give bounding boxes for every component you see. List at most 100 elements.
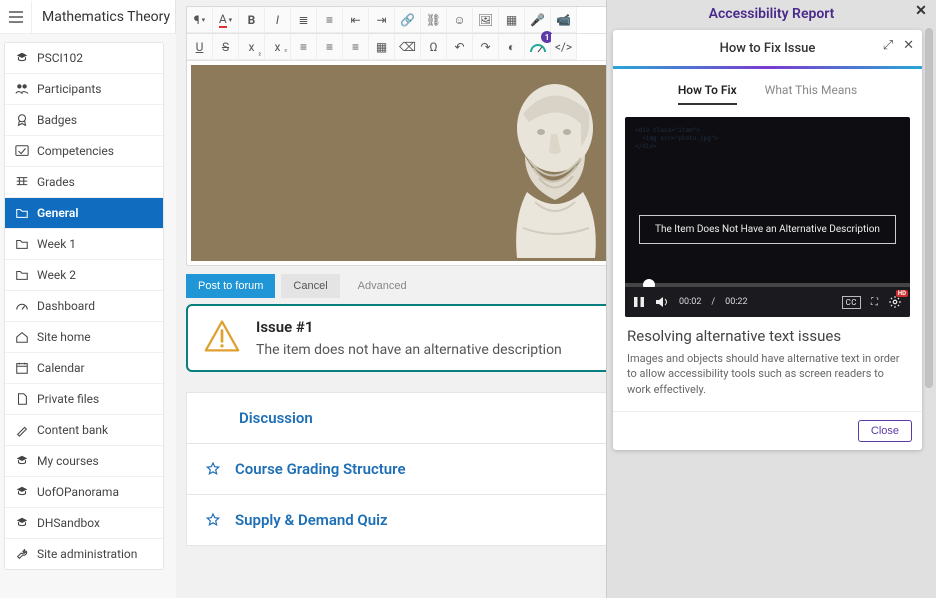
- sidebar-item-label: Site administration: [37, 547, 137, 561]
- help-body: Images and objects should have alternati…: [627, 351, 908, 397]
- star-icon: [205, 461, 221, 477]
- sidebar-item-label: Site home: [37, 330, 91, 344]
- accessibility-checker-button[interactable]: ◐: [499, 34, 525, 60]
- sidebar-item-label: Participants: [37, 82, 101, 96]
- hamburger-icon: [9, 11, 23, 23]
- insert-char-button[interactable]: Ω: [421, 34, 447, 60]
- sidebar-item-dhsandbox[interactable]: DHSandbox: [5, 508, 163, 539]
- italic-button[interactable]: I: [265, 7, 291, 33]
- sidebar-item-badges[interactable]: Badges: [5, 105, 163, 136]
- media-button[interactable]: ▦: [499, 7, 525, 33]
- strikethrough-button[interactable]: S: [213, 34, 239, 60]
- sidebar-item-general[interactable]: General: [5, 198, 163, 229]
- table-button[interactable]: ▦: [369, 34, 395, 60]
- tab-how-to-fix[interactable]: How To Fix: [678, 83, 737, 105]
- issue-title: Issue #1: [256, 318, 562, 336]
- sidebar-item-week-2[interactable]: Week 2: [5, 260, 163, 291]
- activity-label: Course Grading Structure: [235, 460, 406, 478]
- wrench-icon: [15, 547, 29, 561]
- help-tabs: How To Fix What This Means: [613, 69, 922, 113]
- panel-scrollbar[interactable]: [924, 28, 934, 592]
- sidebar-item-calendar[interactable]: Calendar: [5, 353, 163, 384]
- align-right-button[interactable]: ≡: [343, 34, 369, 60]
- report-header: Accessibility Report ✕: [607, 0, 936, 28]
- sidebar-item-participants[interactable]: Participants: [5, 74, 163, 105]
- indent-increase-button[interactable]: ⇥: [369, 7, 395, 33]
- superscript-button[interactable]: x²: [265, 34, 291, 60]
- home-icon: [15, 330, 29, 344]
- link-button[interactable]: 🔗: [395, 7, 421, 33]
- undo-button[interactable]: ↶: [447, 34, 473, 60]
- help-video-player[interactable]: <div class="item"> <img src="photo.jpg">…: [625, 117, 910, 317]
- paragraph-button[interactable]: ¶▾: [187, 7, 213, 33]
- align-center-button[interactable]: ≡: [317, 34, 343, 60]
- graduation-icon: [15, 516, 29, 530]
- sidebar-item-competencies[interactable]: Competencies: [5, 136, 163, 167]
- numbered-list-button[interactable]: ≡: [317, 7, 343, 33]
- sidebar-item-my-courses[interactable]: My courses: [5, 446, 163, 477]
- activity-label: Discussion: [239, 409, 313, 427]
- report-close-button[interactable]: ✕: [912, 2, 930, 20]
- sidebar-item-grades[interactable]: Grades: [5, 167, 163, 198]
- microphone-button[interactable]: 🎤: [525, 7, 551, 33]
- graduation-icon: [15, 454, 29, 468]
- hd-badge: HD: [896, 290, 908, 297]
- sidebar-item-label: My courses: [37, 454, 99, 468]
- bulleted-list-button[interactable]: ≣: [291, 7, 317, 33]
- sidebar-item-site-administration[interactable]: Site administration: [5, 539, 163, 569]
- fullscreen-button[interactable]: ⛶: [871, 297, 878, 308]
- sidebar-item-label: Grades: [37, 175, 75, 189]
- check-icon: [15, 144, 29, 158]
- accessibility-report-panel: Accessibility Report ✕ How to Fix Issue …: [606, 0, 936, 598]
- font-color-button[interactable]: A▾: [213, 7, 239, 33]
- emoji-button[interactable]: ☺: [447, 7, 473, 33]
- sidebar-item-label: Week 1: [37, 237, 76, 251]
- menu-toggle-button[interactable]: [0, 1, 32, 33]
- video-time-sep: /: [711, 297, 715, 307]
- accessibility-gauge-button[interactable]: 1: [525, 34, 551, 60]
- volume-button[interactable]: [655, 296, 669, 308]
- clear-format-button[interactable]: ⌫: [395, 34, 421, 60]
- redo-button[interactable]: ↷: [473, 34, 499, 60]
- sidebar-item-private-files[interactable]: Private files: [5, 384, 163, 415]
- image-button[interactable]: 🖼: [473, 7, 499, 33]
- sidebar-item-content-bank[interactable]: Content bank: [5, 415, 163, 446]
- video-settings-button[interactable]: HD: [888, 295, 902, 309]
- app-header: Mathematics Theory: [0, 0, 176, 34]
- html-source-button[interactable]: </>: [551, 34, 577, 60]
- sidebar-item-week-1[interactable]: Week 1: [5, 229, 163, 260]
- sidebar-item-uofopanorama[interactable]: UofOPanorama: [5, 477, 163, 508]
- panel-header: How to Fix Issue ⤢ ✕: [613, 30, 922, 66]
- sidebar-item-label: Badges: [37, 113, 77, 127]
- panel-close-icon[interactable]: ✕: [903, 38, 914, 53]
- grid-icon: [15, 175, 29, 189]
- align-left-button[interactable]: ≡: [291, 34, 317, 60]
- close-button[interactable]: Close: [858, 420, 912, 442]
- sidebar-item-psci102[interactable]: PSCI102: [5, 43, 163, 74]
- subscript-button[interactable]: x₂: [239, 34, 265, 60]
- expand-icon[interactable]: ⤢: [883, 38, 893, 53]
- panel-footer: Close: [613, 411, 922, 450]
- video-time-total: 00:22: [725, 297, 747, 307]
- sidebar-item-dashboard[interactable]: Dashboard: [5, 291, 163, 322]
- indent-decrease-button[interactable]: ⇤: [343, 7, 369, 33]
- warning-icon: [204, 318, 240, 354]
- underline-button[interactable]: U: [187, 34, 213, 60]
- graduation-icon: [15, 485, 29, 499]
- unlink-button[interactable]: ⛓: [421, 7, 447, 33]
- scrollbar-thumb[interactable]: [925, 28, 933, 388]
- cancel-button[interactable]: Cancel: [281, 274, 339, 298]
- bold-button[interactable]: B: [239, 7, 265, 33]
- tab-what-this-means[interactable]: What This Means: [765, 83, 858, 105]
- post-to-forum-button[interactable]: Post to forum: [186, 274, 275, 298]
- advanced-link[interactable]: Advanced: [346, 274, 419, 298]
- video-camera-button[interactable]: 📹: [551, 7, 577, 33]
- sidebar-item-site-home[interactable]: Site home: [5, 322, 163, 353]
- captions-button[interactable]: CC: [842, 296, 861, 309]
- pause-button[interactable]: [633, 296, 645, 308]
- sidebar-item-label: Dashboard: [37, 299, 95, 313]
- sidebar-item-label: Competencies: [37, 144, 114, 158]
- course-title: Mathematics Theory: [32, 9, 170, 25]
- sidebar-item-label: Private files: [37, 392, 99, 406]
- sidebar-item-label: Week 2: [37, 268, 76, 282]
